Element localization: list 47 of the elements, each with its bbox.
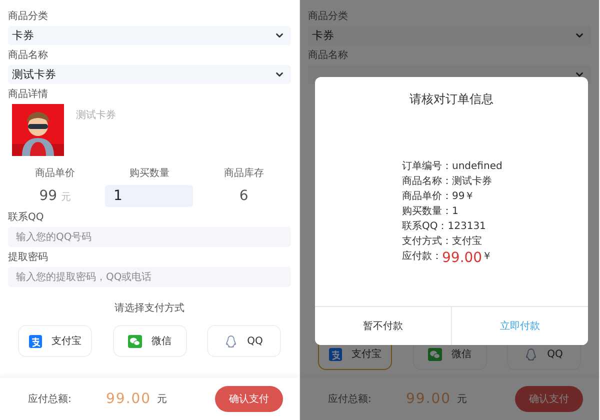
dialog-title: 请核对订单信息 (410, 91, 494, 108)
price-label: 商品单价 (35, 166, 76, 180)
product-select[interactable]: 测试卡券 (8, 65, 291, 84)
order-info-line: 商品单价：99￥ (402, 190, 475, 203)
amount-value: 99.00 (442, 250, 482, 266)
payment-option[interactable]: 支付宝 (18, 325, 92, 357)
field-label: 商品详情 (8, 89, 48, 101)
wechat-icon (428, 348, 442, 360)
penguin-icon (525, 348, 538, 360)
penguin-icon (225, 334, 238, 348)
field-label: 商品名称 (8, 50, 48, 62)
order-info-line: 购买数量：1 (402, 205, 458, 218)
amount-label: 应付款： (402, 250, 442, 263)
field-label: 商品分类 (308, 11, 348, 23)
pickup-code-field[interactable]: 输入您的提取密码，QQ或电话 (8, 267, 291, 287)
product-description: 测试卡券 (76, 108, 116, 122)
quantity-label: 购买数量 (129, 167, 170, 180)
total-label: 应付总额: (28, 392, 72, 406)
payment-prompt: 请选择支付方式 (114, 302, 184, 315)
order-info-line: 支付方式：支付宝 (402, 235, 482, 248)
total-label: 应付总额: (328, 392, 372, 406)
total-amount: 99.00 (406, 391, 452, 407)
payment-option[interactable]: QQ (207, 325, 281, 357)
price-unit: 元 (61, 191, 72, 204)
field-label: 商品分类 (8, 11, 48, 23)
stock-label: 商品库存 (224, 166, 264, 180)
price-value: 99 (39, 187, 58, 206)
currency-unit: 元 (457, 393, 468, 406)
alipay-icon (28, 334, 42, 348)
order-info-line: 商品名称：测试卡券 (402, 175, 492, 188)
qq-field[interactable]: 输入您的QQ号码 (8, 227, 291, 247)
confirm-pay-button[interactable]: 确认支付 (215, 386, 283, 412)
total-amount: 99.00 (106, 391, 152, 407)
stock-value: 6 (239, 187, 248, 206)
field-label: 商品名称 (308, 50, 348, 62)
category-select[interactable]: 卡券 (308, 26, 591, 45)
order-info-line: 订单编号：undefined (402, 160, 502, 173)
currency-unit: ￥ (482, 250, 492, 263)
category-select[interactable]: 卡券 (8, 26, 291, 45)
payment-option[interactable]: 微信 (112, 325, 186, 357)
order-info-line: 联系QQ：123131 (402, 220, 486, 233)
wechat-icon (128, 334, 142, 348)
quantity-field[interactable]: 1 (105, 185, 194, 207)
currency-unit: 元 (157, 393, 168, 406)
field-label: 提取密码 (8, 252, 48, 264)
alipay-icon (328, 348, 342, 360)
field-label: 联系QQ (8, 212, 44, 224)
